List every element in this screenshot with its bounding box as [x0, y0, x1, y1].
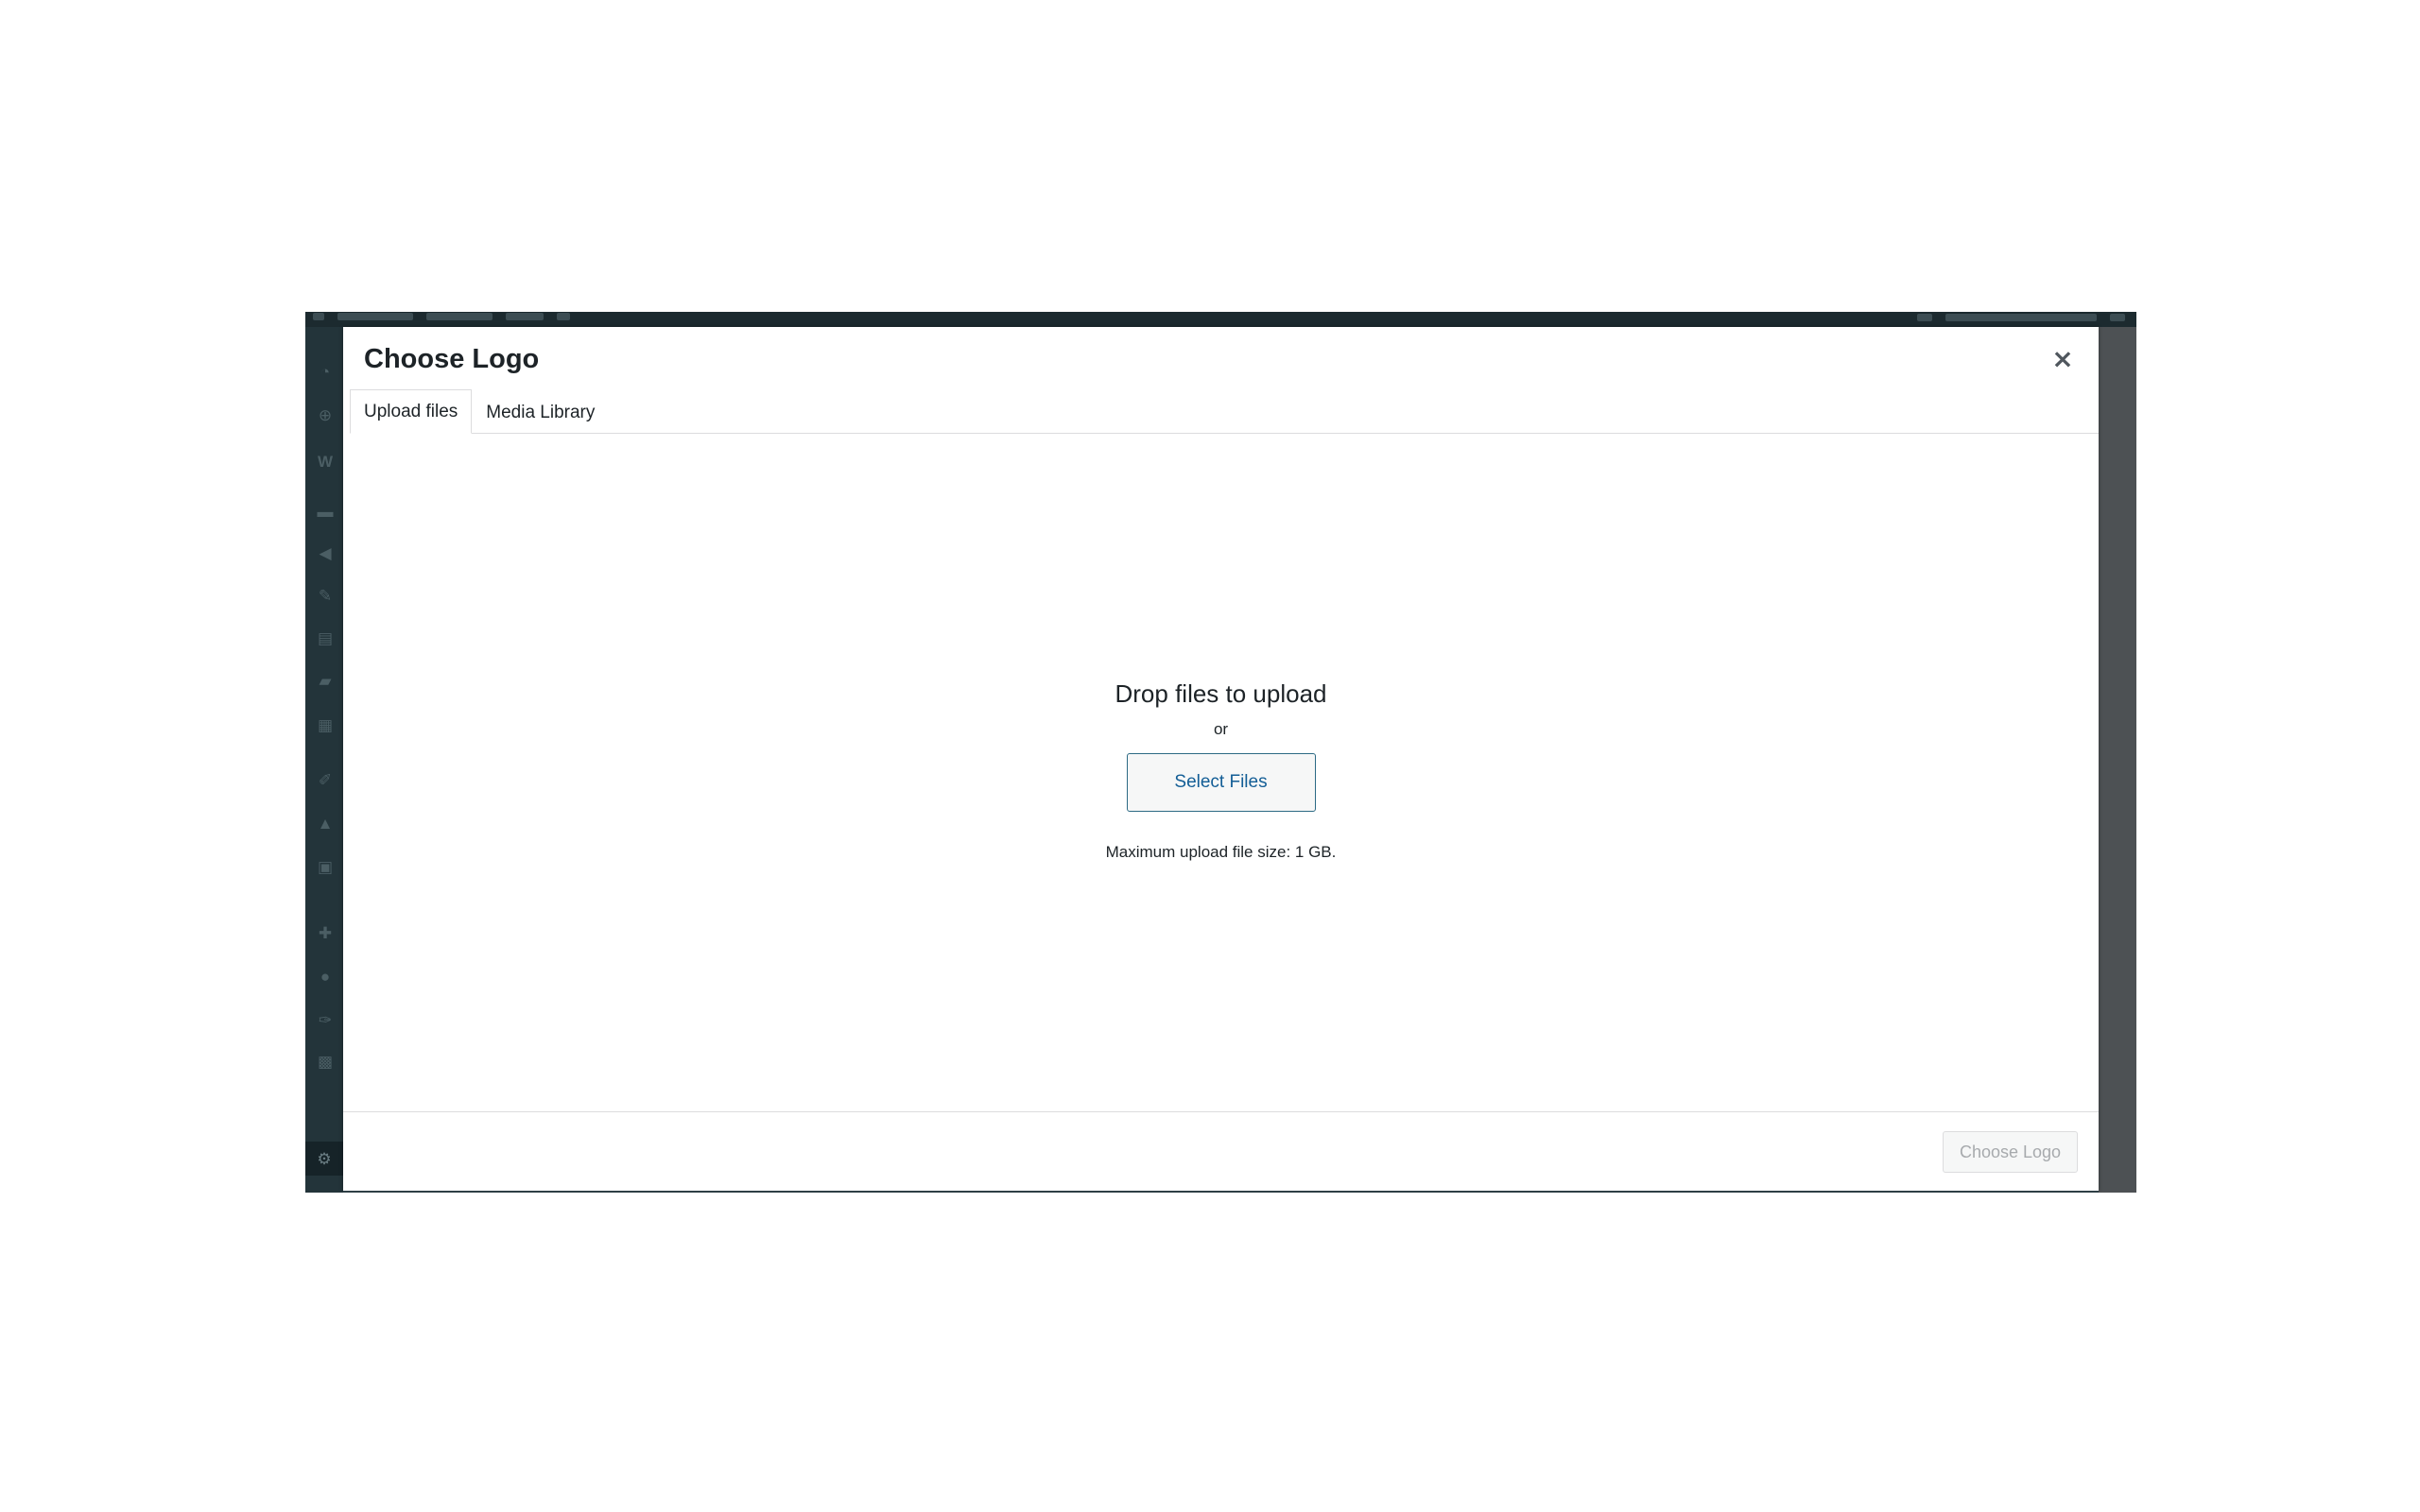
admin-bar: [305, 312, 2136, 327]
updates-icon[interactable]: ⊕: [317, 406, 334, 423]
admin-sidebar: ◔ ⊕ W ▬ ◀ ✎ ▤ ▰ ▦ ✐ ▲ ▣ ✚ ● ✑ ▩ ⚙: [305, 327, 343, 1193]
courses-icon[interactable]: ▲: [317, 815, 334, 832]
comments-icon[interactable]: ▰: [317, 672, 334, 689]
settings-icon[interactable]: ⚙: [305, 1142, 343, 1176]
tab-upload-files[interactable]: Upload files: [350, 389, 473, 434]
appearance-icon[interactable]: ✐: [317, 771, 334, 788]
choose-logo-modal: Choose Logo × Upload files Media Library…: [343, 327, 2099, 1191]
blocks-icon[interactable]: ▩: [317, 1053, 334, 1070]
users-icon[interactable]: ●: [317, 968, 334, 985]
frame-bottom-edge: [343, 1191, 2099, 1193]
pages-icon[interactable]: ▤: [317, 629, 334, 646]
tools-icon[interactable]: ✑: [317, 1011, 334, 1028]
drop-zone[interactable]: Drop files to upload or Select Files Max…: [343, 678, 2099, 863]
products-icon[interactable]: ▬: [317, 503, 334, 520]
tab-media-library[interactable]: Media Library: [472, 391, 609, 434]
modal-title: Choose Logo: [364, 344, 540, 374]
max-upload-size-text: Maximum upload file size: 1 GB.: [1105, 843, 1337, 861]
woocommerce-icon[interactable]: W: [317, 453, 334, 470]
dashboard-icon[interactable]: ◔: [317, 363, 334, 380]
upload-content: Drop files to upload or Select Files Max…: [343, 434, 2099, 1111]
or-text: or: [1213, 720, 1229, 738]
drop-files-text: Drop files to upload: [1115, 679, 1327, 708]
close-icon[interactable]: ×: [2048, 344, 2078, 374]
templates-icon[interactable]: ▦: [317, 716, 334, 733]
lessons-icon[interactable]: ▣: [317, 858, 334, 875]
choose-logo-button[interactable]: Choose Logo: [1943, 1131, 2078, 1173]
select-files-button[interactable]: Select Files: [1126, 753, 1316, 812]
screenshot-frame: ◔ ⊕ W ▬ ◀ ✎ ▤ ▰ ▦ ✐ ▲ ▣ ✚ ● ✑ ▩ ⚙ Choose…: [305, 312, 2136, 1193]
plugins-icon[interactable]: ✚: [317, 924, 334, 941]
media-tabs: Upload files Media Library: [350, 389, 2099, 434]
overlay-backdrop: [2099, 327, 2136, 1193]
posts-icon[interactable]: ✎: [317, 587, 334, 604]
marketing-icon[interactable]: ◀: [317, 544, 334, 561]
modal-footer: Choose Logo: [343, 1111, 2099, 1191]
